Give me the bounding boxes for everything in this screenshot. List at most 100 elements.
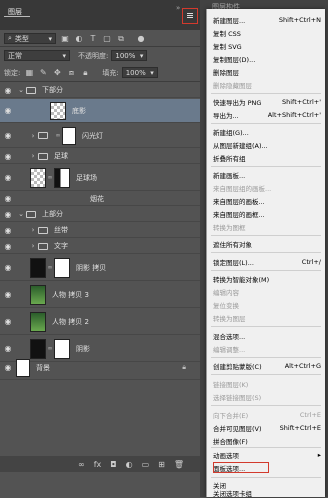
menu-new-artboard[interactable]: 新建画板... — [207, 169, 325, 181]
new-group-icon[interactable]: ▭ — [142, 460, 150, 469]
type-filter-icon[interactable]: T — [88, 34, 98, 44]
menu-create-clipping-mask[interactable]: 创建剪贴蒙版(C) Alt+Ctrl+G — [207, 360, 325, 372]
eye-icon[interactable]: ◉ — [0, 210, 16, 219]
layer-row[interactable]: ◉ 烟花 — [0, 192, 200, 206]
eye-icon[interactable]: ◉ — [0, 106, 16, 115]
adjustment-filter-icon[interactable]: ◐ — [74, 34, 84, 44]
fill-field[interactable]: 100% ▾ — [121, 67, 158, 78]
menu-link-layers: 链接图层(K) — [207, 378, 325, 390]
layer-row-background[interactable]: ◉ 背景 🔒︎ — [0, 356, 200, 380]
eye-icon[interactable]: ◉ — [0, 131, 16, 140]
folder-icon — [26, 86, 36, 94]
kind-filter-value: 类型 — [14, 34, 29, 43]
blend-mode-select[interactable]: 正常 ▾ — [4, 50, 70, 61]
layer-group[interactable]: ◉ ⌄ 上部分 — [0, 207, 200, 222]
link-layers-icon[interactable]: ∞ — [78, 460, 85, 469]
smart-object-filter-icon[interactable]: ⧉ — [116, 34, 126, 44]
menu-edit-contents: 编辑内容 — [207, 286, 325, 298]
layer-name: 底影 — [72, 106, 86, 115]
layer-row[interactable]: ◉ 人物 拷贝 2 — [0, 309, 200, 335]
menu-label: 转换为图层 — [213, 315, 246, 323]
menu-separator — [211, 447, 321, 448]
menu-separator — [211, 252, 321, 253]
layer-group[interactable]: ◉ ⌄ 下部分 — [0, 83, 200, 98]
add-mask-icon[interactable]: ◘ — [110, 460, 116, 469]
eye-icon[interactable]: ◉ — [0, 86, 16, 95]
layer-name: 闪光灯 — [82, 131, 103, 140]
menu-quick-export-png[interactable]: 快速导出为 PNG Shift+Ctrl+' — [207, 96, 325, 108]
menu-separator — [211, 477, 321, 478]
menu-artboard-from-layers[interactable]: 来自图层的画板... — [207, 195, 325, 207]
menu-frame-from-layers[interactable]: 来自图层的画框... — [207, 208, 325, 220]
opacity-field[interactable]: 100% ▾ — [111, 50, 148, 61]
lock-image-icon[interactable]: ✎ — [38, 68, 48, 78]
menu-label: 导出为... — [213, 112, 239, 120]
lock-position-icon[interactable]: ✥ — [52, 68, 62, 78]
eye-icon[interactable]: ◉ — [0, 194, 16, 203]
eye-icon[interactable]: ◉ — [0, 363, 16, 372]
menu-label: 遮住所有对象 — [213, 241, 252, 249]
shape-filter-icon[interactable]: ▢ — [102, 34, 112, 44]
menu-close-tab-group[interactable]: 关闭选项卡组 — [207, 489, 325, 498]
menu-convert-smart-object[interactable]: 转换为智能对象(M) — [207, 273, 325, 285]
menu-mask-all-objects[interactable]: 遮住所有对象 — [207, 238, 325, 250]
chevron-right-icon[interactable]: › — [28, 152, 38, 160]
layer-group[interactable]: ◉ › ∞ 闪光灯 — [0, 124, 200, 148]
eye-icon[interactable]: ◉ — [0, 344, 16, 353]
pixel-filter-icon[interactable]: ▣ — [60, 34, 70, 44]
chevron-right-icon[interactable]: › — [28, 226, 38, 234]
eye-icon[interactable]: ◉ — [0, 226, 16, 235]
collapse-icon[interactable]: » — [176, 4, 180, 12]
eye-icon[interactable]: ◉ — [0, 173, 16, 182]
eye-icon[interactable]: ◉ — [0, 290, 16, 299]
fx-button[interactable]: fx — [94, 460, 102, 469]
artboard-lock-icon[interactable]: ⧈ — [66, 68, 76, 78]
filter-toggle-icon[interactable]: ● — [136, 34, 146, 44]
menu-edit-adjustment: 编辑调整... — [207, 343, 325, 355]
kind-filter-select[interactable]: ⌕ 类型 ▾ — [4, 33, 56, 44]
layer-group[interactable]: ◉ › 文字 — [0, 239, 200, 254]
menu-lock-layers[interactable]: 锁定图层(L)... Ctrl+/ — [207, 256, 325, 268]
layer-row[interactable]: ◉ 人物 拷贝 3 — [0, 282, 200, 308]
layer-name: 足球 — [54, 152, 68, 160]
menu-separator — [211, 270, 321, 271]
panel-menu-button[interactable] — [182, 8, 198, 24]
panel-context-menu: 新建图层... Shift+Ctrl+N 复制 CSS 复制 SVG 复制图层(D… — [206, 9, 325, 498]
layer-row[interactable]: ◉ ∞ 阴影 拷贝 — [0, 255, 200, 281]
lock-transparent-icon[interactable]: ▦ — [24, 68, 34, 78]
eye-icon[interactable]: ◉ — [0, 317, 16, 326]
chevron-down-icon[interactable]: ⌄ — [16, 210, 26, 218]
menu-new-layer[interactable]: 新建图层... Shift+Ctrl+N — [207, 14, 325, 26]
trash-icon[interactable]: 🗑︎ — [174, 460, 184, 469]
eye-icon[interactable]: ◉ — [0, 152, 16, 161]
eye-icon[interactable]: ◉ — [0, 263, 16, 272]
chevron-right-icon[interactable]: › — [28, 242, 38, 250]
menu-copy-svg[interactable]: 复制 SVG — [207, 40, 325, 52]
new-layer-icon[interactable]: ⊞ — [158, 460, 165, 469]
menu-delete-layer[interactable]: 删除图层 — [207, 66, 325, 78]
menu-separator — [211, 166, 321, 167]
adjustment-layer-icon[interactable]: ◐ — [126, 460, 133, 469]
menu-label: 复位变换 — [213, 302, 239, 310]
chevron-down-icon[interactable]: ⌄ — [16, 86, 26, 94]
layer-name: 文字 — [54, 242, 68, 250]
layer-group[interactable]: ◉ › 丝带 — [0, 223, 200, 238]
layer-row-selected[interactable]: ◉ 底影 — [0, 99, 200, 123]
menu-flatten-image[interactable]: 拼合图像(F) — [207, 435, 325, 447]
menu-animation-options[interactable]: 动画选项 ▸ — [207, 449, 325, 461]
menu-copy-css[interactable]: 复制 CSS — [207, 27, 325, 39]
menu-collapse-all-groups[interactable]: 折叠所有组 — [207, 152, 325, 164]
chevron-right-icon[interactable]: › — [28, 132, 38, 140]
menu-new-group[interactable]: 新建组(G)... — [207, 126, 325, 138]
lock-all-icon[interactable]: 🔒︎ — [80, 68, 90, 78]
layer-row[interactable]: ◉ ∞ 足球场 — [0, 165, 200, 191]
menu-duplicate-layer[interactable]: 复制图层(D)... — [207, 53, 325, 65]
eye-icon[interactable]: ◉ — [0, 242, 16, 251]
menu-merge-visible[interactable]: 合并可见图层(V) Shift+Ctrl+E — [207, 422, 325, 434]
menu-group-from-layers[interactable]: 从图层新建组(A)... — [207, 139, 325, 151]
menu-label: 从图层新建组(A)... — [213, 142, 268, 150]
layer-group[interactable]: ◉ › 足球 — [0, 149, 200, 164]
menu-blending-options[interactable]: 混合选项... — [207, 330, 325, 342]
menu-shortcut: Shift+Ctrl+N — [278, 16, 321, 24]
menu-export-as[interactable]: 导出为... Alt+Shift+Ctrl+' — [207, 109, 325, 121]
